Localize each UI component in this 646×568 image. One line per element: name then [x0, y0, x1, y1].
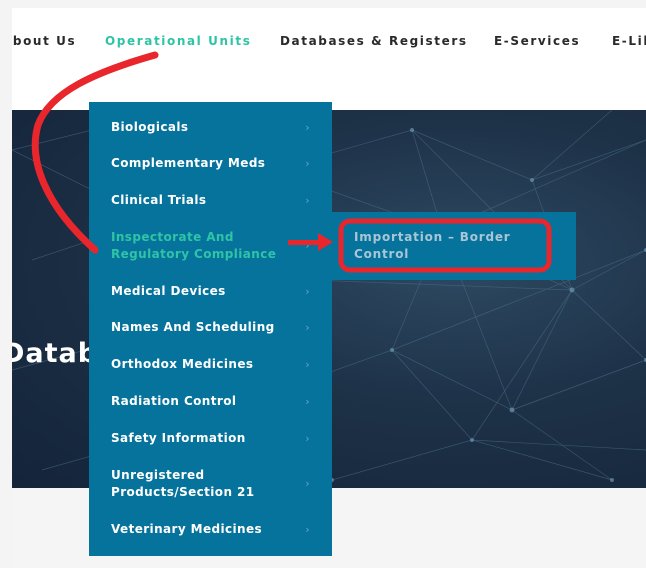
top-navigation: About Us Operational Units Databases & R… — [12, 8, 646, 110]
menu-item-veterinary-medicines[interactable]: Veterinary Medicines › — [89, 521, 332, 538]
chevron-right-icon: › — [305, 156, 310, 170]
chevron-right-icon: › — [305, 394, 310, 408]
menu-item-biologicals[interactable]: Biologicals › — [89, 119, 332, 136]
menu-item-radiation-control[interactable]: Radiation Control › — [89, 393, 332, 410]
menu-item-clinical-trials[interactable]: Clinical Trials › — [89, 192, 332, 209]
chevron-right-icon: › — [305, 431, 310, 445]
nav-databases-registers[interactable]: Databases & Registers — [280, 34, 468, 48]
menu-item-label: Complementary Meds — [111, 156, 266, 170]
menu-item-label: Names And Scheduling — [111, 320, 275, 334]
submenu-item-importation-border-control[interactable]: Importation – Border Control — [354, 229, 554, 263]
operational-units-dropdown: Biologicals › Complementary Meds › Clini… — [89, 102, 332, 556]
menu-item-label: Orthodox Medicines — [111, 357, 254, 371]
menu-item-safety-information[interactable]: Safety Information › — [89, 430, 332, 447]
menu-item-orthodox-medicines[interactable]: Orthodox Medicines › — [89, 356, 332, 373]
nav-operational-units[interactable]: Operational Units — [105, 34, 251, 48]
nav-about-us[interactable]: About Us — [12, 34, 76, 48]
menu-item-label: Biologicals — [111, 120, 189, 134]
menu-item-label: Inspectorate And Regulatory Compliance — [111, 230, 277, 261]
menu-item-label: Safety Information — [111, 431, 246, 445]
menu-item-label: Radiation Control — [111, 394, 237, 408]
nav-e-services[interactable]: E-Services — [494, 34, 580, 48]
inspectorate-submenu: Importation – Border Control — [332, 212, 576, 280]
menu-item-unregistered-products[interactable]: Unregistered Products/Section 21 › — [89, 467, 332, 501]
chevron-right-icon: › — [305, 239, 310, 252]
chevron-right-icon: › — [305, 320, 310, 334]
menu-item-complementary-meds[interactable]: Complementary Meds › — [89, 155, 332, 172]
chevron-right-icon: › — [305, 193, 310, 207]
menu-item-inspectorate[interactable]: Inspectorate And Regulatory Compliance › — [89, 229, 332, 263]
menu-item-label: Medical Devices — [111, 284, 226, 298]
menu-item-label: Unregistered Products/Section 21 — [111, 468, 255, 499]
nav-e-library[interactable]: E-Library — [612, 34, 646, 48]
menu-item-names-scheduling[interactable]: Names And Scheduling › — [89, 319, 332, 336]
menu-item-label: Clinical Trials — [111, 193, 207, 207]
chevron-right-icon: › — [305, 357, 310, 371]
menu-item-medical-devices[interactable]: Medical Devices › — [89, 283, 332, 300]
menu-item-label: Veterinary Medicines — [111, 522, 263, 536]
chevron-right-icon: › — [305, 477, 310, 490]
chevron-right-icon: › — [305, 120, 310, 134]
chevron-right-icon: › — [305, 284, 310, 298]
chevron-right-icon: › — [305, 522, 310, 536]
